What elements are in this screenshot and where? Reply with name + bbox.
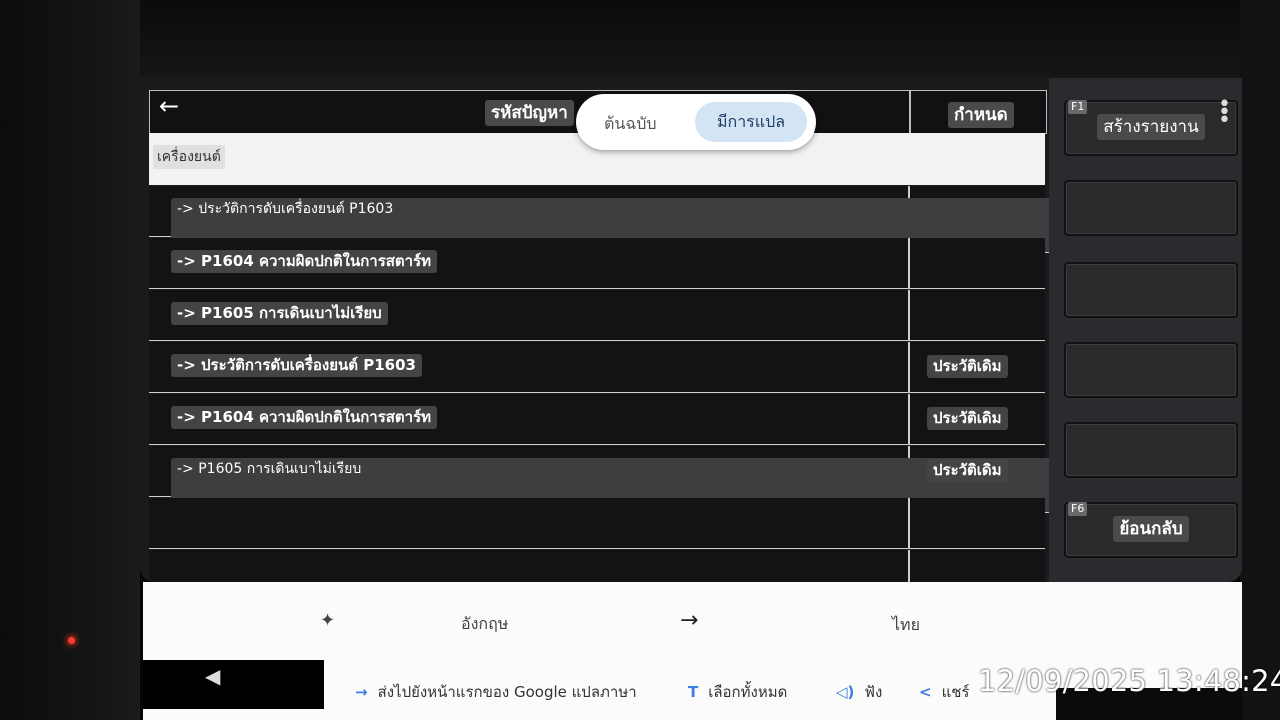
table-row[interactable]: -> P1605 การเดินเบาไม่เรียบ ประวัติเดิม [149,446,1079,513]
table-row [149,498,1045,549]
status-text: ประวัติเดิม [927,407,1008,430]
table-row[interactable]: -> P1604 ความผิดปกติในการสตาร์ท ประวัติเ… [149,394,1045,445]
translation-toggle[interactable]: ต้นฉบับ มีการแปล [576,94,816,150]
arrow-right-icon: → [355,683,368,701]
power-led [68,637,75,644]
share-button[interactable]: < แชร์ [919,680,969,704]
table-row [149,550,1045,582]
back-arrow-icon[interactable]: ← [159,94,179,118]
send-to-google-translate-button[interactable]: → ส่งไปยังหน้าแรกของ Google แปลภาษา [355,680,637,704]
sparkle-icon: ✦ [320,610,336,631]
function-button-4[interactable] [1064,342,1238,398]
column-title-definition: กำหนด [948,102,1014,128]
device-bezel-right [1240,0,1280,720]
table-row[interactable]: -> P1605 การเดินเบาไม่เรียบ [149,290,1045,341]
table-row[interactable]: -> ประวัติการดับเครื่องยนต์ P1603 ประวัต… [149,342,1045,393]
arrow-right-icon: → [680,608,699,633]
go-back-button[interactable]: F6 ย้อนกลับ [1064,502,1238,558]
device-bezel-top [0,0,1280,78]
f6-key-badge: F6 [1068,502,1088,516]
column-title-dtc: รหัสปัญหา [485,100,574,126]
table-row[interactable]: -> ประวัติการดับเครื่องยนต์ P1603 [149,186,1079,253]
header-divider [909,91,911,133]
status-text: ประวัติเดิม [927,459,1008,482]
status-text: ประวัติเดิม [927,355,1008,378]
original-option[interactable]: ต้นฉบับ [604,112,657,137]
scanner-screen: ← รหัสปัญหา กำหนด เครื่องยนต์ -> ประวัติ… [140,78,1242,582]
function-button-3[interactable] [1064,262,1238,318]
section-label: เครื่องยนต์ [153,145,225,169]
select-all-button[interactable]: T เลือกทั้งหมด [688,680,787,704]
dtc-text: -> P1605 การเดินเบาไม่เรียบ [171,302,388,325]
f1-key-badge: F1 [1068,100,1088,114]
listen-button[interactable]: ◁) ฟัง [836,680,882,704]
create-report-label: สร้างรายงาน [1097,114,1205,140]
text-icon: T [688,683,699,701]
target-language[interactable]: ไทย [892,613,920,638]
dtc-text: -> P1604 ความผิดปกติในการสตาร์ท [171,250,438,273]
more-vertical-icon[interactable]: • • • [1218,94,1231,132]
device-bezel-left [0,0,140,720]
speaker-icon: ◁) [836,683,855,701]
function-key-panel: F1 สร้างรายงาน F6 ย้อนกลับ [1049,78,1242,582]
translated-option[interactable]: มีการแปล [695,102,807,142]
create-report-button[interactable]: F1 สร้างรายงาน [1064,100,1238,156]
dtc-text: -> ประวัติการดับเครื่องยนต์ P1603 [171,354,422,377]
nav-back-icon[interactable]: ◀ [205,664,220,688]
photo-timestamp: 12/09/2025 13:48:24 [978,664,1280,698]
table-row[interactable]: -> P1604 ความผิดปกติในการสตาร์ท [149,238,1045,289]
function-button-5[interactable] [1064,422,1238,478]
function-button-2[interactable] [1064,180,1238,236]
share-icon: < [919,683,932,701]
go-back-label: ย้อนกลับ [1113,516,1189,542]
source-language[interactable]: อังกฤษ [461,612,508,637]
dtc-text: -> P1604 ความผิดปกติในการสตาร์ท [171,406,438,429]
device-nav-bar: ◀ [143,660,324,709]
